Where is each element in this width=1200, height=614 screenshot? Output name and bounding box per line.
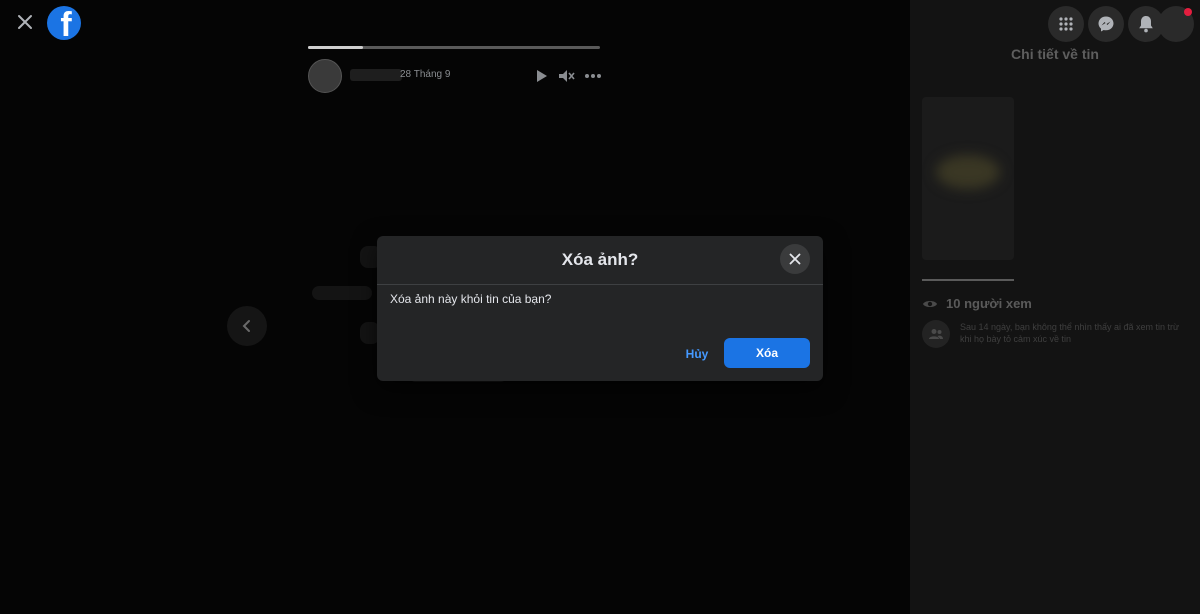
close-icon[interactable]: [14, 11, 36, 33]
dialog-title: Xóa ảnh?: [561, 250, 639, 269]
bell-icon: [1139, 16, 1153, 33]
story-progress-fill: [308, 46, 364, 49]
dialog-close-button[interactable]: [780, 244, 810, 274]
delete-photo-dialog: Xóa ảnh? Xóa ảnh này khỏi tin của bạn? H…: [377, 236, 823, 381]
facebook-logo[interactable]: f: [47, 6, 81, 40]
delete-button[interactable]: Xóa: [724, 338, 810, 368]
story-content-blur: [312, 286, 372, 300]
story-progress-bar: [308, 46, 600, 49]
close-icon: [789, 253, 801, 265]
mute-icon[interactable]: [557, 67, 575, 85]
account-avatar-button[interactable]: [1158, 6, 1194, 42]
author-avatar[interactable]: [308, 59, 342, 93]
dialog-divider: [377, 284, 823, 285]
eye-icon: [923, 300, 937, 307]
author-name-blurred[interactable]: [350, 69, 402, 81]
story-header: 28 Tháng 9: [308, 59, 604, 93]
chevron-left-icon: [242, 320, 250, 332]
story-details-sidebar: Chi tiết về tin 10 người xem Sau 14 ngày…: [910, 0, 1200, 614]
viewer-info-text: Sau 14 ngày, bạn không thể nhìn thấy ai …: [960, 322, 1180, 344]
story-thumbnail[interactable]: [922, 97, 1014, 260]
viewer-info-row: Sau 14 ngày, bạn không thể nhìn thấy ai …: [922, 320, 1190, 350]
viewer-count[interactable]: 10 người xem: [922, 296, 1032, 311]
grid-menu-icon: [1059, 17, 1073, 31]
story-date: 28 Tháng 9: [400, 69, 451, 80]
sidebar-title: Chi tiết về tin: [1011, 46, 1099, 62]
messenger-icon: [1098, 16, 1114, 32]
thumbnail-divider: [922, 279, 1014, 281]
dialog-message: Xóa ảnh này khỏi tin của bạn?: [390, 292, 552, 306]
menu-button[interactable]: [1048, 6, 1084, 42]
cancel-button[interactable]: Hủy: [671, 339, 723, 369]
thumbnail-highlight: [936, 155, 1000, 189]
viewer-count-label: 10 người xem: [946, 296, 1032, 311]
people-icon: [922, 320, 950, 348]
notification-badge: [1184, 8, 1192, 16]
messenger-button[interactable]: [1088, 6, 1124, 42]
play-icon[interactable]: [532, 67, 550, 85]
previous-story-button[interactable]: [227, 306, 267, 346]
more-icon[interactable]: [584, 67, 602, 85]
